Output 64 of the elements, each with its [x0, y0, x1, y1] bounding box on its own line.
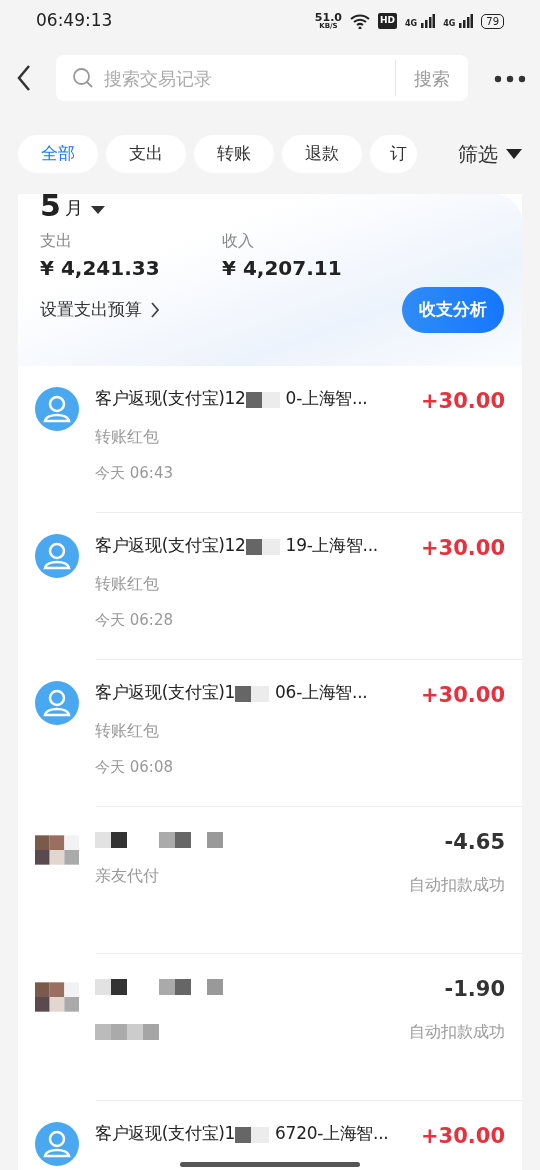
avatar-icon — [35, 387, 79, 431]
transaction-title: 客户返现(支付宝)1 — [95, 681, 236, 704]
clock-time: 06:49:13 — [36, 9, 113, 33]
transaction-row[interactable]: 客户返现(支付宝)1 06-上海智... 转账红包 今天 06:08 +30.00 — [18, 660, 522, 807]
transaction-title: 客户返现(支付宝)12 — [95, 387, 246, 410]
income-label: 收入 — [222, 230, 255, 252]
filter-label: 筛选 — [458, 141, 498, 168]
transaction-amount: -1.90 — [444, 976, 505, 1003]
caret-icon — [506, 148, 522, 160]
hd-badge: HD — [377, 13, 397, 29]
transaction-type: 转账红包 — [95, 719, 160, 742]
more-icon — [494, 74, 526, 83]
avatar-icon — [35, 681, 79, 725]
filter-tab[interactable]: 转账 — [194, 135, 274, 173]
transaction-row[interactable]: 客户返现(支付宝)12 0-上海智... 转账红包 今天 06:43 +30.00 — [18, 366, 522, 513]
transaction-row[interactable]: 亲友代付 -4.65 自动扣款成功 — [18, 807, 522, 954]
expense-amount: ¥ 4,241.33 — [40, 255, 161, 282]
network-speed: 51.0 — [314, 12, 342, 23]
expense-label: 支出 — [40, 230, 73, 252]
transaction-status: 自动扣款成功 — [409, 873, 505, 896]
chevron-icon — [150, 301, 160, 319]
avatar-icon — [35, 1122, 79, 1166]
transaction-row[interactable]: 客户返现(支付宝)1 6720-上海智... +30.00 — [18, 1101, 522, 1170]
signal-icon — [459, 14, 474, 28]
transaction-amount: +30.00 — [420, 1123, 505, 1150]
back-icon — [16, 64, 32, 92]
transaction-time: 今天 06:08 — [95, 756, 174, 778]
signal-icon — [421, 14, 436, 28]
transaction-title: 客户返现(支付宝)12 — [95, 534, 246, 557]
transaction-title: 6720-上海智... — [275, 1122, 389, 1145]
battery-level: 79 — [481, 13, 504, 29]
transaction-amount: +30.00 — [420, 535, 505, 562]
transaction-status: 自动扣款成功 — [409, 1020, 505, 1043]
filter-tab[interactable]: 支出 — [106, 135, 186, 173]
transaction-title: 客户返现(支付宝)1 — [95, 1122, 236, 1145]
network-type: 4G — [405, 20, 418, 28]
transaction-row[interactable]: 客户返现(支付宝)12 19-上海智... 转账红包 今天 06:28 +30.00 — [18, 513, 522, 660]
transaction-amount: -4.65 — [444, 829, 505, 856]
transaction-amount: +30.00 — [420, 388, 505, 415]
avatar-icon — [35, 534, 79, 578]
transaction-time: 今天 06:28 — [95, 609, 174, 631]
filter-tab[interactable]: 全部 — [18, 135, 98, 173]
transaction-time: 今天 06:43 — [95, 462, 174, 484]
filter-tab[interactable]: 订 — [370, 135, 417, 173]
transaction-title: 19-上海智... — [285, 534, 378, 557]
month-number: 5 — [40, 191, 61, 221]
network-type: 4G — [443, 20, 456, 28]
budget-link[interactable]: 设置支出预算 — [40, 297, 160, 323]
caret-icon — [90, 204, 105, 215]
analysis-button[interactable]: 收支分析 — [402, 287, 504, 333]
income-amount: ¥ 4,207.11 — [222, 255, 343, 282]
search-icon — [72, 67, 94, 89]
filter-tab[interactable]: 退款 — [282, 135, 362, 173]
transaction-title: 0-上海智... — [285, 387, 368, 410]
transaction-type: 亲友代付 — [95, 865, 160, 887]
transaction-type: 转账红包 — [95, 425, 160, 448]
back-button[interactable] — [16, 64, 32, 92]
transaction-type: 转账红包 — [95, 572, 160, 595]
transaction-title: 06-上海智... — [275, 681, 368, 704]
redaction-mosaic — [95, 1024, 159, 1040]
wifi-icon — [349, 13, 370, 29]
transaction-amount: +30.00 — [420, 682, 505, 709]
transaction-row[interactable]: -1.90 自动扣款成功 — [18, 954, 522, 1101]
month-unit: 月 — [64, 196, 83, 220]
